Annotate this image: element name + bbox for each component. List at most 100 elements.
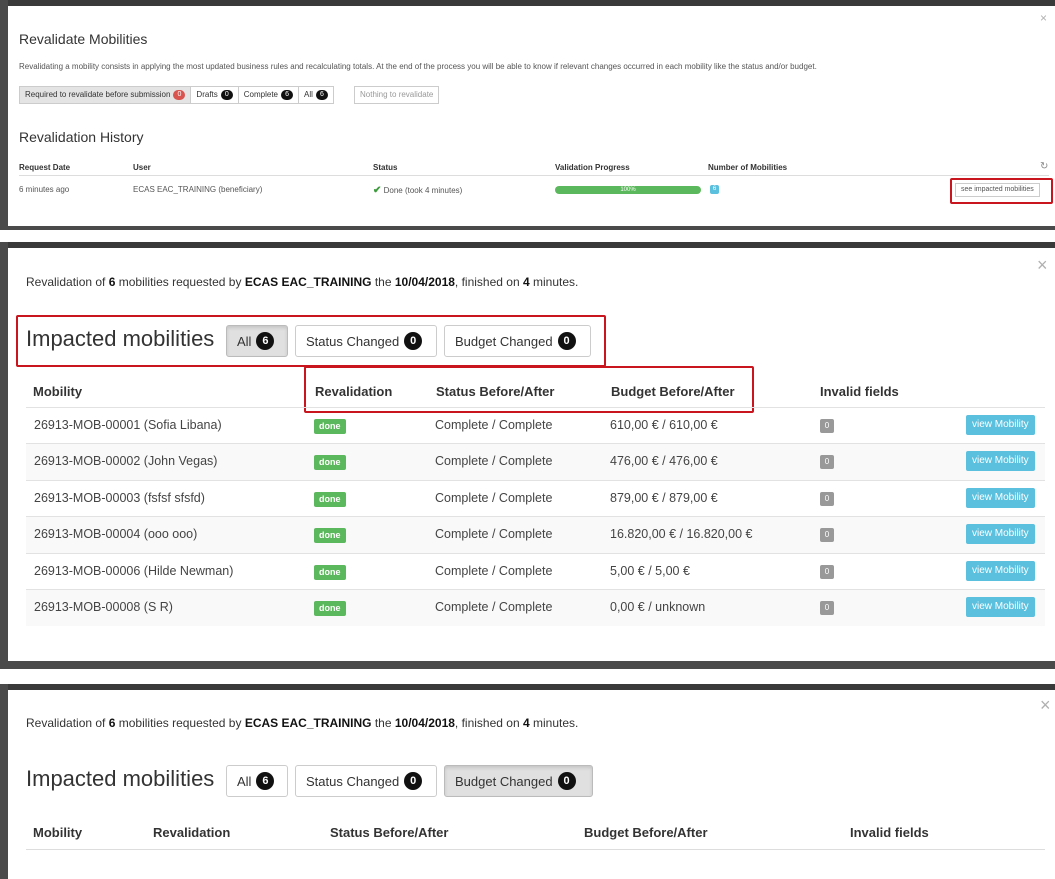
- nothing-to-revalidate-button[interactable]: Nothing to revalidate: [354, 86, 440, 104]
- status-before-after: Complete / Complete: [435, 491, 553, 505]
- backdrop-strip-bottom: [0, 661, 1055, 669]
- filter-label: Budget Changed: [455, 773, 553, 789]
- revalidation-summary: Revalidation of 6 mobilities requested b…: [26, 275, 579, 289]
- impacted-mobilities-title: Impacted mobilities: [26, 766, 215, 791]
- close-icon[interactable]: ×: [1040, 12, 1047, 24]
- filter-required-button[interactable]: Required to revalidate before submission…: [19, 86, 192, 104]
- invalid-fields-badge: 0: [820, 419, 834, 433]
- col-header-budget: Budget Before/After: [584, 825, 708, 840]
- filter-label: Required to revalidate before submission: [25, 90, 171, 99]
- col-header-request-date: Request Date: [19, 163, 71, 172]
- done-badge: done: [314, 528, 346, 543]
- highlight-box: [950, 178, 1053, 204]
- col-header-user: User: [133, 163, 151, 172]
- history-title: Revalidation History: [19, 129, 144, 145]
- col-header-invalid: Invalid fields: [820, 384, 899, 399]
- view-mobility-button[interactable]: view Mobility: [966, 451, 1035, 471]
- close-icon[interactable]: ×: [1037, 256, 1048, 274]
- view-mobility-button[interactable]: view Mobility: [966, 597, 1035, 617]
- mobility-count-badge: 6: [710, 185, 719, 194]
- view-mobility-button[interactable]: view Mobility: [966, 488, 1035, 508]
- backdrop-strip-left: [0, 0, 8, 230]
- mobility-name: 26913-MOB-00004 (ooo ooo): [34, 527, 198, 541]
- mobility-name: 26913-MOB-00002 (John Vegas): [34, 454, 218, 468]
- view-mobility-button[interactable]: view Mobility: [966, 415, 1035, 435]
- impacted-mobilities-modal-all: × Revalidation of 6 mobilities requested…: [0, 242, 1055, 669]
- table-row: 26913-MOB-00002 (John Vegas) done Comple…: [26, 443, 1045, 480]
- status-before-after: Complete / Complete: [435, 454, 553, 468]
- filter-label: Complete: [243, 90, 279, 99]
- status-before-after: Complete / Complete: [435, 564, 553, 578]
- close-icon[interactable]: ×: [1040, 696, 1051, 714]
- col-header-mobility: Mobility: [33, 825, 83, 840]
- count-badge: 0: [173, 90, 186, 100]
- budget-before-after: 0,00 € / unknown: [610, 600, 706, 614]
- highlight-box: [16, 315, 606, 367]
- check-icon: ✔: [373, 185, 382, 196]
- filter-budget-changed-button[interactable]: Budget Changed 0: [444, 765, 593, 797]
- history-user: ECAS EAC_TRAINING (beneficiary): [133, 185, 263, 194]
- done-badge: done: [314, 565, 346, 580]
- budget-before-after: 5,00 € / 5,00 €: [610, 564, 690, 578]
- filter-label: Drafts: [196, 90, 218, 99]
- view-mobility-button[interactable]: view Mobility: [966, 524, 1035, 544]
- col-header-revalidation: Revalidation: [153, 825, 231, 840]
- mobility-name: 26913-MOB-00008 (S R): [34, 600, 173, 614]
- filter-label: All: [237, 773, 252, 789]
- header-divider: [26, 849, 1045, 850]
- backdrop-strip-bottom: [0, 226, 1055, 230]
- mobility-name: 26913-MOB-00006 (Hilde Newman): [34, 564, 234, 578]
- col-header-invalid: Invalid fields: [850, 825, 929, 840]
- col-header-status: Status Before/After: [330, 825, 449, 840]
- impacted-mobilities-modal-budget: × Revalidation of 6 mobilities requested…: [0, 684, 1055, 879]
- col-header-count: Number of Mobilities: [708, 163, 788, 172]
- filter-label: All: [304, 90, 313, 99]
- highlight-box: [304, 366, 754, 413]
- budget-before-after: 879,00 € / 879,00 €: [610, 491, 718, 505]
- filter-all-button[interactable]: All 6: [226, 765, 288, 797]
- count-badge: 0: [557, 772, 576, 790]
- backdrop-strip: [0, 242, 1055, 248]
- filter-complete-button[interactable]: Complete 6: [237, 86, 300, 104]
- count-badge: 0: [404, 772, 423, 790]
- filter-status-changed-button[interactable]: Status Changed 0: [295, 765, 437, 797]
- panel-description: Revalidating a mobility consists in appl…: [19, 62, 817, 71]
- status-before-after: Complete / Complete: [435, 600, 553, 614]
- history-date: 6 minutes ago: [19, 185, 70, 194]
- invalid-fields-badge: 0: [820, 601, 834, 615]
- table-row: 26913-MOB-00001 (Sofia Libana) done Comp…: [26, 407, 1045, 444]
- header-divider: [19, 175, 1049, 176]
- count-badge: 6: [315, 90, 328, 100]
- view-mobility-button[interactable]: view Mobility: [966, 561, 1035, 581]
- table-row: 26913-MOB-00008 (S R) done Complete / Co…: [26, 589, 1045, 626]
- done-badge: done: [314, 492, 346, 507]
- refresh-icon[interactable]: ↻: [1040, 161, 1048, 172]
- backdrop-strip: [0, 684, 1055, 690]
- invalid-fields-badge: 0: [820, 528, 834, 542]
- status-before-after: Complete / Complete: [435, 418, 553, 432]
- col-header-mobility: Mobility: [33, 384, 83, 399]
- col-header-progress: Validation Progress: [555, 163, 630, 172]
- filter-all-button[interactable]: All 6: [298, 86, 334, 104]
- col-header-status: Status: [373, 163, 398, 172]
- revalidate-mobilities-panel: × Revalidate Mobilities Revalidating a m…: [0, 0, 1055, 230]
- budget-before-after: 16.820,00 € / 16.820,00 €: [610, 527, 753, 541]
- backdrop-strip-left: [0, 242, 8, 669]
- mobility-name: 26913-MOB-00003 (fsfsf sfsfd): [34, 491, 205, 505]
- invalid-fields-badge: 0: [820, 492, 834, 506]
- invalid-fields-badge: 0: [820, 565, 834, 579]
- count-badge: 6: [281, 90, 294, 100]
- budget-before-after: 476,00 € / 476,00 €: [610, 454, 718, 468]
- table-row: 26913-MOB-00006 (Hilde Newman) done Comp…: [26, 553, 1045, 590]
- filter-drafts-button[interactable]: Drafts 0: [190, 86, 239, 104]
- backdrop-strip: [0, 0, 1055, 6]
- invalid-fields-badge: 0: [820, 455, 834, 469]
- count-badge: 6: [256, 772, 275, 790]
- status-text: Done (took 4 minutes): [383, 186, 463, 195]
- progress-bar: 100%: [555, 186, 701, 194]
- filter-label: Status Changed: [306, 773, 400, 789]
- history-status: ✔ Done (took 4 minutes): [373, 185, 462, 196]
- revalidation-summary: Revalidation of 6 mobilities requested b…: [26, 716, 579, 730]
- backdrop-strip-left: [0, 684, 8, 879]
- mobility-name: 26913-MOB-00001 (Sofia Libana): [34, 418, 222, 432]
